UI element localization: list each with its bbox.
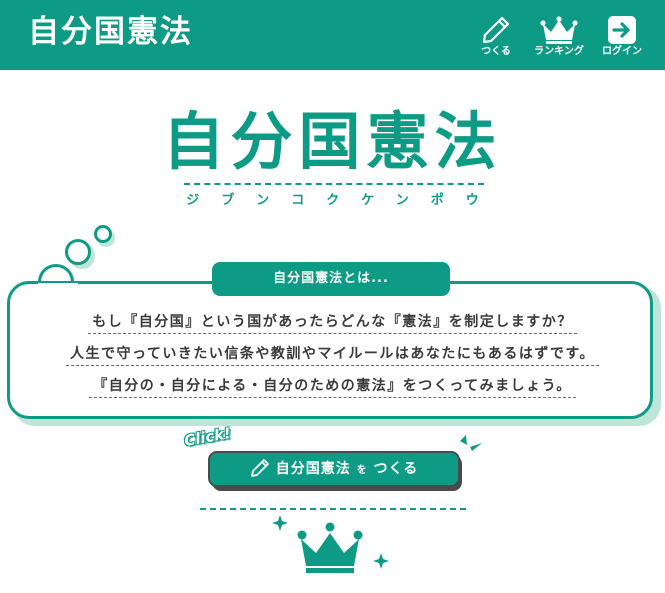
click-label: Click! bbox=[182, 424, 233, 450]
create-button-particle: を bbox=[356, 465, 368, 476]
sparkle-icon bbox=[373, 553, 389, 569]
hero-title: 自分国憲法 bbox=[162, 105, 503, 178]
intro-card-bump-cover bbox=[38, 283, 78, 303]
login-arrow-icon bbox=[594, 14, 650, 46]
pencil-icon bbox=[250, 458, 269, 477]
create-button-verb: つくる bbox=[373, 461, 419, 477]
sparkle-icon bbox=[272, 515, 288, 531]
intro-line-3: 『自分の・自分による・自分のための憲法』をつくってみましょう。 bbox=[0, 375, 665, 398]
intro-label: 自分国憲法とは... bbox=[212, 262, 450, 296]
nav-create-button[interactable]: つくる bbox=[468, 14, 524, 62]
hero-ruby: ジブンコクケンポウ bbox=[186, 193, 501, 208]
bubble-dot-small bbox=[94, 225, 112, 243]
site-logo[interactable]: 自分国憲法 bbox=[28, 12, 193, 52]
intro-line-2-text: 人生で守っていきたい信条や教訓やマイルールはあなたにもあるはずです。 bbox=[66, 343, 599, 366]
nav-create-label: つくる bbox=[481, 46, 511, 57]
bubble-dot-medium bbox=[65, 239, 91, 265]
intro-line-2: 人生で守っていきたい信条や教訓やマイルールはあなたにもあるはずです。 bbox=[0, 343, 665, 366]
create-constitution-button[interactable]: 自分国憲法 を つくる bbox=[208, 451, 460, 487]
intro-line-1: もし『自分国』という国があったらどんな『憲法』を制定しますか？ bbox=[0, 311, 665, 334]
create-button-main: 自分国憲法 bbox=[275, 461, 351, 477]
burst-icon bbox=[460, 435, 482, 451]
app-header: 自分国憲法 つくる ランキング ログイン bbox=[0, 0, 665, 70]
nav-ranking-button[interactable]: ランキング bbox=[531, 14, 587, 62]
hero-underline bbox=[184, 183, 484, 185]
intro-line-1-text: もし『自分国』という国があったらどんな『憲法』を制定しますか？ bbox=[88, 311, 577, 334]
pencil-icon bbox=[468, 14, 524, 46]
section-divider bbox=[200, 508, 466, 510]
nav-login-label: ログイン bbox=[602, 46, 642, 57]
nav-ranking-label: ランキング bbox=[534, 46, 584, 57]
crown-icon bbox=[531, 14, 587, 46]
intro-line-3-text: 『自分の・自分による・自分のための憲法』をつくってみましょう。 bbox=[89, 375, 576, 398]
crown-icon bbox=[297, 522, 363, 573]
nav-login-button[interactable]: ログイン bbox=[594, 14, 650, 62]
